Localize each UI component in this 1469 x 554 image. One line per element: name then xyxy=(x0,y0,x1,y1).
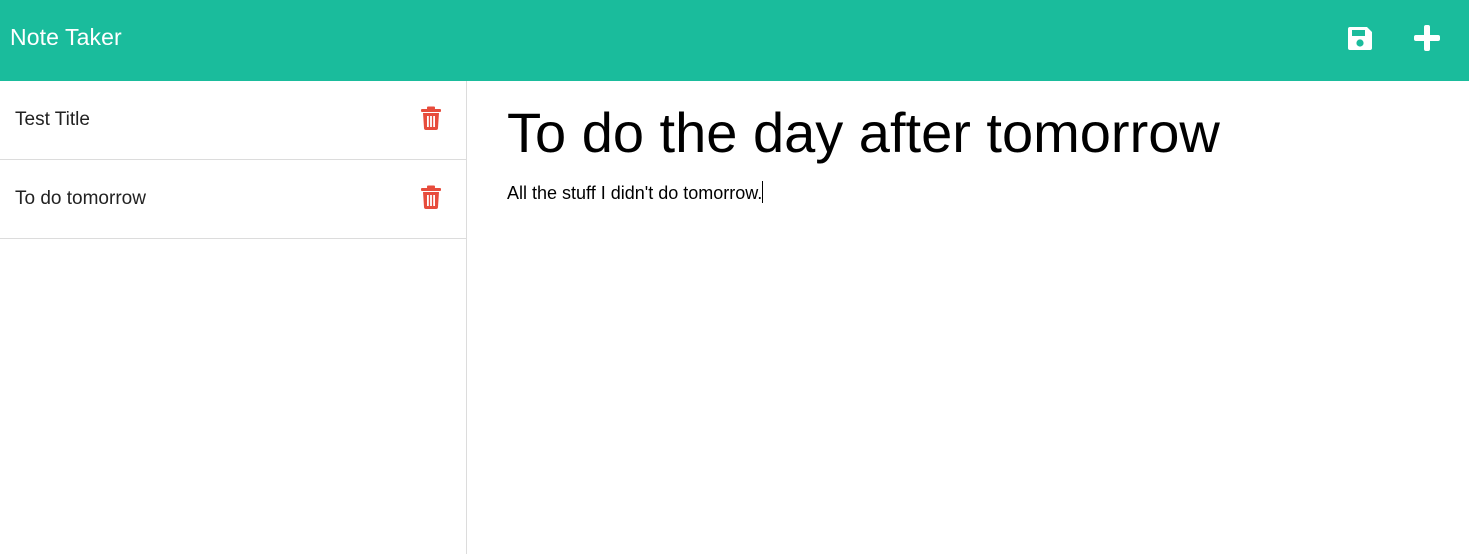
trash-icon[interactable] xyxy=(420,106,442,130)
trash-icon[interactable] xyxy=(420,185,442,209)
note-text-area[interactable]: All the stuff I didn't do tomorrow. xyxy=(507,181,764,205)
note-title-input[interactable] xyxy=(507,99,1447,167)
note-list-item[interactable]: Test Title xyxy=(0,81,466,160)
navbar: Note Taker xyxy=(0,0,1469,81)
plus-icon xyxy=(1414,25,1440,51)
note-list-item[interactable]: To do tomorrow xyxy=(0,160,466,239)
note-editor: All the stuff I didn't do tomorrow. xyxy=(467,81,1469,554)
new-note-button[interactable] xyxy=(1407,18,1447,58)
save-note-button[interactable] xyxy=(1340,18,1380,58)
notes-sidebar: Test Title To do tomorrow xyxy=(0,81,467,554)
text-cursor xyxy=(762,181,764,203)
note-text-content: All the stuff I didn't do tomorrow. xyxy=(507,183,763,203)
floppy-disk-icon xyxy=(1348,27,1372,50)
app-title[interactable]: Note Taker xyxy=(10,22,122,52)
note-list-item-title: To do tomorrow xyxy=(15,188,146,209)
note-list-item-title: Test Title xyxy=(15,109,90,130)
